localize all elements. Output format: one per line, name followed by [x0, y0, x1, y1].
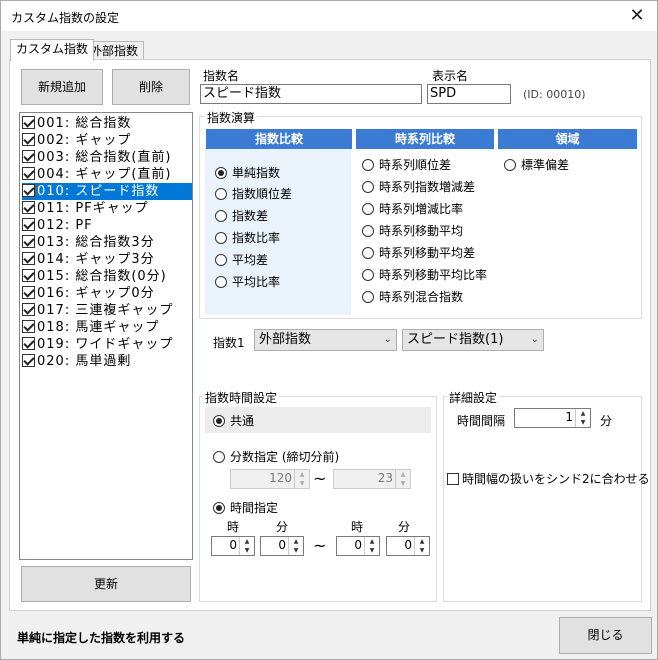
radio-common[interactable]: 共通	[213, 414, 254, 428]
checkbox-icon[interactable]	[22, 116, 35, 129]
to-minutes-stepper[interactable]: 23 ▲ ▼	[333, 469, 411, 489]
delete-button[interactable]: 削除	[112, 69, 190, 105]
index1-value-select[interactable]: スピード指数(1) ⌄	[402, 329, 544, 351]
checkbox-icon[interactable]	[22, 354, 35, 367]
update-button[interactable]: 更新	[21, 566, 191, 602]
checkbox-icon[interactable]	[22, 303, 35, 316]
checkbox-icon[interactable]	[22, 235, 35, 248]
radio-avg-diff[interactable]: 平均差	[215, 253, 268, 267]
radio-index-diff[interactable]: 指数差	[215, 209, 268, 223]
id-text: (ID: 00010)	[523, 88, 586, 101]
radio-ts-index-change[interactable]: 時系列指数増減差	[362, 180, 475, 194]
radio-ts-moving-avg[interactable]: 時系列移動平均	[362, 224, 463, 238]
timeseries-header: 時系列比較	[356, 129, 494, 149]
interval-label: 時間間隔	[457, 414, 506, 428]
close-icon[interactable]: ✕	[627, 5, 647, 26]
checkbox-icon[interactable]	[22, 150, 35, 163]
chevron-down-icon: ⌄	[383, 334, 392, 345]
radio-minutes[interactable]: 分数指定 (締切分前)	[213, 450, 339, 464]
list-item[interactable]: 016: ギャップ0分	[22, 285, 192, 302]
minute-label-1: 分	[276, 520, 289, 534]
hour1-stepper[interactable]: 0 ▲ ▼	[211, 536, 255, 556]
radio-std-dev[interactable]: 標準偏差	[504, 158, 569, 172]
checkbox-icon[interactable]	[22, 167, 35, 180]
checkbox-icon[interactable]	[22, 320, 35, 333]
minute1-stepper[interactable]: 0 ▲ ▼	[260, 536, 304, 556]
checkbox-icon[interactable]	[22, 184, 35, 197]
checkbox-icon[interactable]	[22, 218, 35, 231]
list-item[interactable]: 001: 総合指数	[22, 115, 192, 132]
list-item[interactable]: 004: ギャップ(直前)	[22, 166, 192, 183]
list-item[interactable]: 019: ワイドギャップ	[22, 336, 192, 353]
new-button[interactable]: 新規追加	[21, 69, 103, 105]
checkbox-icon[interactable]	[22, 269, 35, 282]
hour-label-1: 時	[227, 520, 240, 534]
list-item[interactable]: 012: PF	[22, 217, 192, 234]
chevron-down-icon: ⌄	[530, 334, 539, 345]
checkbox-icon[interactable]	[22, 252, 35, 265]
list-item[interactable]: 014: ギャップ3分	[22, 251, 192, 268]
checkbox-icon[interactable]	[22, 337, 35, 350]
display-name-label: 表示名	[432, 69, 469, 83]
radio-index-ratio[interactable]: 指数比率	[215, 231, 280, 245]
checkbox-icon[interactable]	[22, 286, 35, 299]
detail-group-label: 詳細設定	[447, 389, 500, 406]
time-range-tilde: ~	[313, 536, 327, 555]
sync-checkbox[interactable]: 時間幅の扱いをシンド2に合わせる	[447, 472, 650, 486]
index1-label: 指数1	[213, 336, 245, 350]
interval-stepper[interactable]: 1 ▲ ▼	[514, 408, 591, 428]
list-item-selected[interactable]: 010: スピード指数	[22, 183, 192, 200]
radio-ts-mixed-index[interactable]: 時系列混合指数	[362, 290, 463, 304]
list-item[interactable]: 020: 馬単過剰	[22, 353, 192, 370]
calc-group-label: 指数演算	[205, 109, 258, 126]
radio-rank-diff[interactable]: 指数順位差	[215, 187, 292, 201]
radio-avg-ratio[interactable]: 平均比率	[215, 275, 280, 289]
close-button[interactable]: 閉じる	[559, 617, 652, 654]
domain-header: 領域	[498, 129, 637, 149]
title-bar: カスタム指数の設定 ✕	[1, 1, 657, 31]
tab-custom-index[interactable]: カスタム指数	[10, 39, 95, 61]
checkbox-icon[interactable]	[22, 201, 35, 214]
radio-ts-moving-avg-ratio[interactable]: 時系列移動平均比率	[362, 268, 487, 282]
interval-unit: 分	[600, 414, 613, 428]
minute-label-2: 分	[398, 520, 411, 534]
list-item[interactable]: 013: 総合指数3分	[22, 234, 192, 251]
from-minutes-stepper[interactable]: 120 ▲ ▼	[230, 469, 310, 489]
dialog-window: カスタム指数の設定 ✕ カスタム指数 外部指数 新規追加 削除 001: 総合指…	[0, 0, 658, 660]
hour-label-2: 時	[351, 520, 364, 534]
index-list[interactable]: 001: 総合指数 002: ギャップ 003: 総合指数(直前) 004: ギ…	[19, 112, 193, 560]
list-item[interactable]: 011: PFギャップ	[22, 200, 192, 217]
window-title: カスタム指数の設定	[11, 11, 120, 25]
display-name-input[interactable]: SPD	[427, 84, 511, 104]
radio-ts-change-ratio[interactable]: 時系列増減比率	[362, 202, 463, 216]
radio-ts-moving-avg-diff[interactable]: 時系列移動平均差	[362, 246, 475, 260]
name-label: 指数名	[203, 69, 240, 83]
checkbox-icon[interactable]	[22, 133, 35, 146]
minute2-stepper[interactable]: 0 ▲ ▼	[386, 536, 430, 556]
radio-ts-rank-diff[interactable]: 時系列順位差	[362, 158, 451, 172]
index1-source-select[interactable]: 外部指数 ⌄	[254, 329, 397, 351]
compare-header: 指数比較	[206, 129, 352, 149]
list-item[interactable]: 017: 三連複ギャップ	[22, 302, 192, 319]
range-tilde: ~	[313, 469, 327, 488]
timing-group-label: 指数時間設定	[203, 389, 280, 406]
hour2-stepper[interactable]: 0 ▲ ▼	[336, 536, 380, 556]
list-item[interactable]: 018: 馬連ギャップ	[22, 319, 192, 336]
status-text: 単純に指定した指数を利用する	[17, 631, 186, 645]
list-item[interactable]: 003: 総合指数(直前)	[22, 149, 192, 166]
checkbox-icon[interactable]	[447, 473, 459, 485]
list-item[interactable]: 015: 総合指数(0分)	[22, 268, 192, 285]
list-item[interactable]: 002: ギャップ	[22, 132, 192, 149]
name-input[interactable]: スピード指数	[200, 84, 422, 104]
radio-time[interactable]: 時間指定	[213, 501, 278, 515]
radio-simple-index[interactable]: 単純指数	[215, 166, 280, 180]
